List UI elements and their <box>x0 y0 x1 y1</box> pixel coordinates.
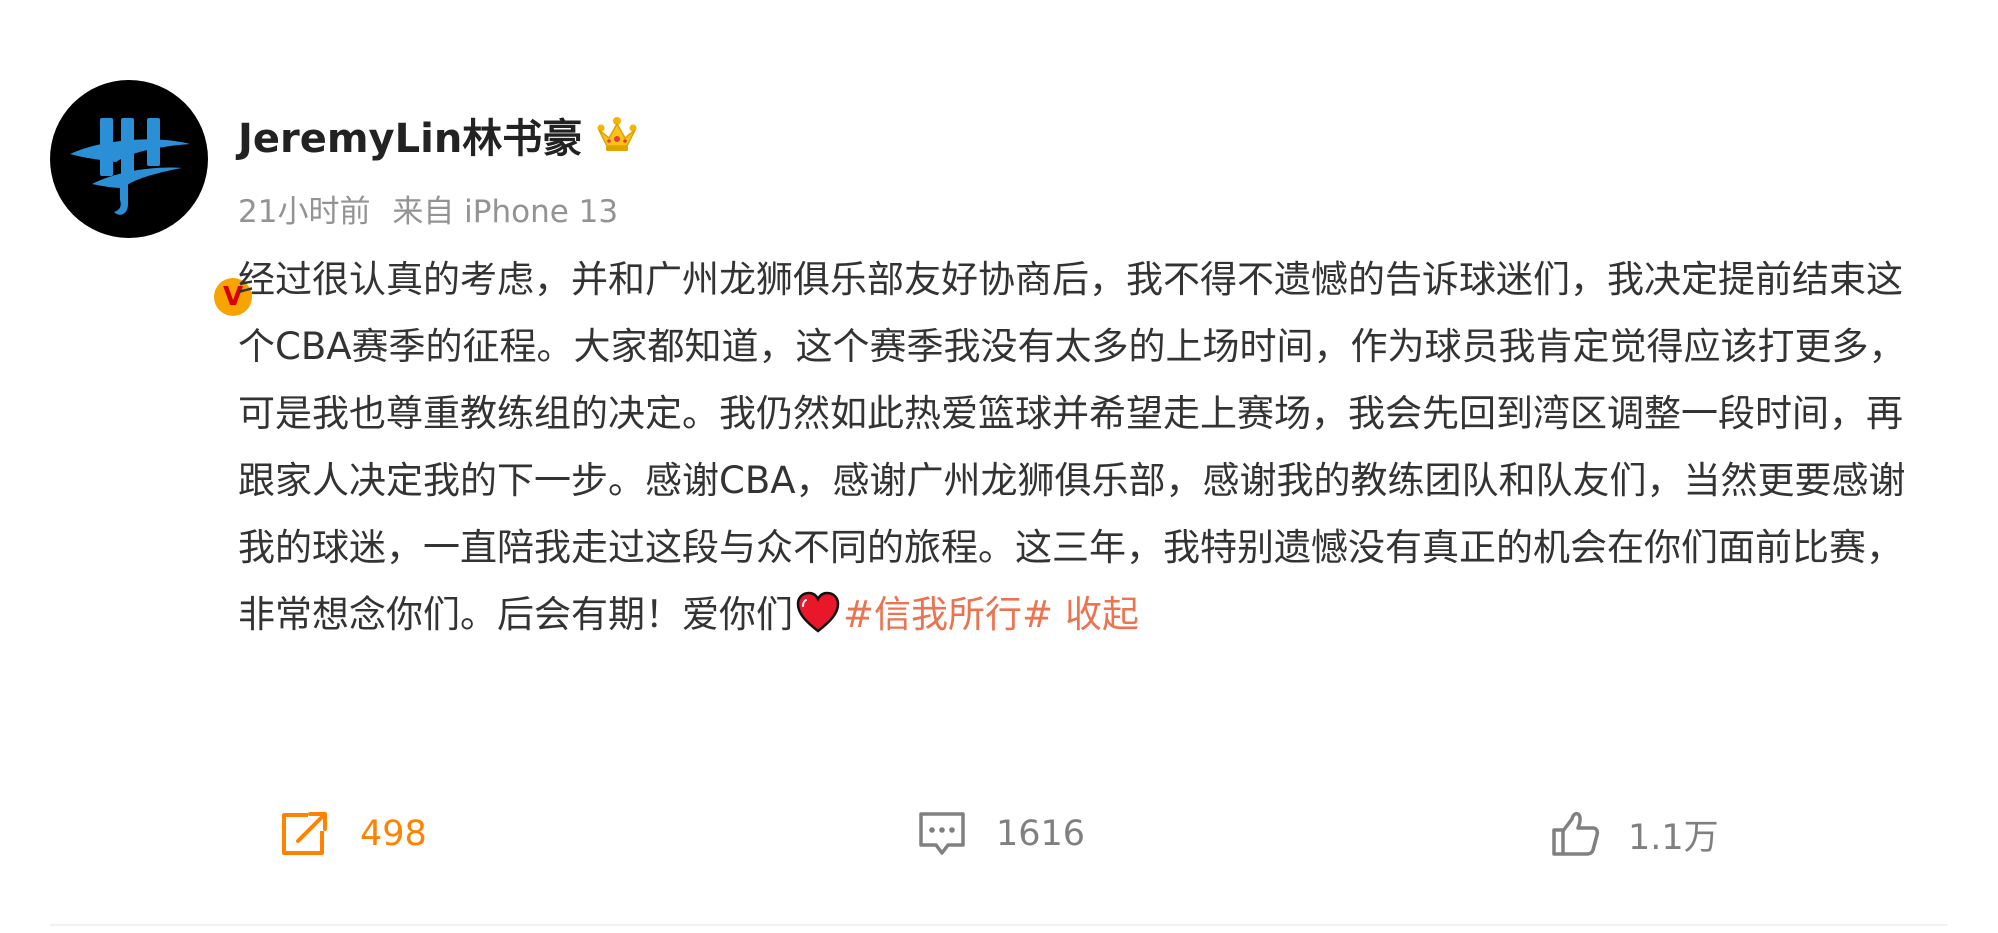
jl-logo-icon <box>70 118 190 215</box>
divider <box>50 924 1948 926</box>
comment-icon <box>919 812 965 855</box>
weibo-post: V JeremyLin林书豪 21小时前 来自 iPhone 13 经过很认真的… <box>0 0 1998 933</box>
like-button[interactable]: 1.1万 <box>1550 806 1719 862</box>
repost-count: 498 <box>360 814 427 854</box>
crown-icon <box>597 117 637 151</box>
comment-button[interactable]: 1616 <box>916 806 1085 862</box>
thumbs-up-icon <box>1552 811 1600 856</box>
post-time[interactable]: 21小时前 <box>238 194 370 230</box>
comment-count: 1616 <box>996 814 1086 854</box>
post-source: 来自 iPhone 13 <box>392 194 619 230</box>
post-content: 经过很认真的考虑，并和广州龙狮俱乐部友好协商后，我不得不遗憾的告诉球迷们，我决定… <box>238 246 1928 648</box>
red-heart-icon <box>796 591 840 633</box>
hashtag-link[interactable]: #信我所行# <box>843 593 1053 636</box>
repost-icon <box>282 812 327 855</box>
action-bar: 498 1616 1.1万 <box>0 806 1998 862</box>
like-count: 1.1万 <box>1628 817 1719 858</box>
collapse-link[interactable]: 收起 <box>1065 593 1139 636</box>
post-text: 经过很认真的考虑，并和广州龙狮俱乐部友好协商后，我不得不遗憾的告诉球迷们，我决定… <box>238 258 1906 636</box>
username[interactable]: JeremyLin林书豪 <box>238 106 582 164</box>
post-meta: 21小时前 来自 iPhone 13 <box>238 186 618 231</box>
repost-button[interactable]: 498 <box>278 806 427 862</box>
avatar[interactable]: V <box>50 80 258 322</box>
username-row: JeremyLin林书豪 <box>238 105 640 165</box>
